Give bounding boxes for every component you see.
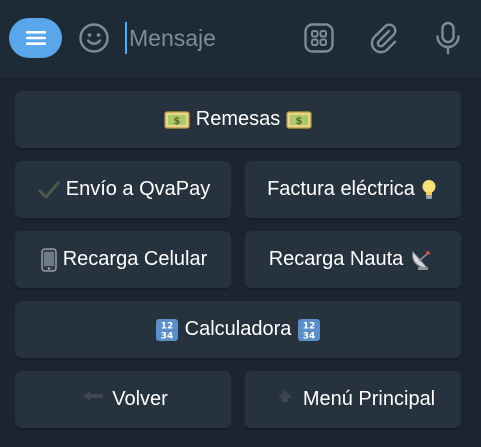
check-icon [38,180,60,200]
svg-text:12: 12 [160,321,173,331]
message-input[interactable] [125,22,295,54]
lightbulb-icon [421,179,437,201]
menu-icon [25,31,46,45]
money-icon: $ [286,110,312,130]
svg-text:34: 34 [160,331,173,341]
factura-electrica-label: Factura eléctrica [267,178,415,200]
recarga-nauta-label: Recarga Nauta [268,248,404,270]
envio-qvapay-label: Envío a QvaPay [65,178,211,200]
remesas-label: Remesas [195,108,281,130]
attach-button[interactable] [366,20,400,56]
svg-text:$: $ [173,116,180,127]
message-input-bar [0,0,481,78]
bot-commands-button[interactable] [302,20,336,56]
calculadora-label: Calculadora [184,318,292,340]
svg-text:12: 12 [303,321,316,331]
satellite-dish-icon [409,248,435,272]
emoji-button[interactable] [77,20,111,56]
bot-menu-button[interactable] [9,18,62,58]
calculadora-button[interactable]: 12 34 Calculadora 12 34 [15,301,461,358]
envio-qvapay-button[interactable]: Envío a QvaPay [15,161,231,218]
bot-reply-keyboard: $ Remesas $ Envío a QvaPay Factura eléct… [0,78,481,447]
microphone-icon [436,21,460,55]
remesas-button[interactable]: $ Remesas $ [15,91,461,148]
emoji-icon [79,23,109,53]
mobile-phone-icon [41,248,57,272]
recarga-celular-button[interactable]: Recarga Celular [15,231,231,288]
money-icon: $ [164,110,190,130]
voice-record-button[interactable] [431,20,465,56]
recarga-nauta-button[interactable]: Recarga Nauta [245,231,461,288]
top-arrow-icon [273,388,297,412]
recarga-celular-label: Recarga Celular [62,248,208,270]
volver-button[interactable]: Volver [15,371,231,428]
commands-icon [304,23,334,53]
attach-icon [370,23,397,54]
numbers-1234-icon: 12 34 [297,318,321,342]
factura-electrica-button[interactable]: Factura eléctrica [245,161,461,218]
menu-principal-button[interactable]: Menú Principal [245,371,461,428]
volver-label: Volver [112,388,168,410]
svg-text:$: $ [296,116,303,127]
svg-text:34: 34 [303,331,316,341]
numbers-1234-icon: 12 34 [155,318,179,342]
back-arrow-icon [80,388,106,412]
menu-principal-label: Menú Principal [302,388,436,410]
